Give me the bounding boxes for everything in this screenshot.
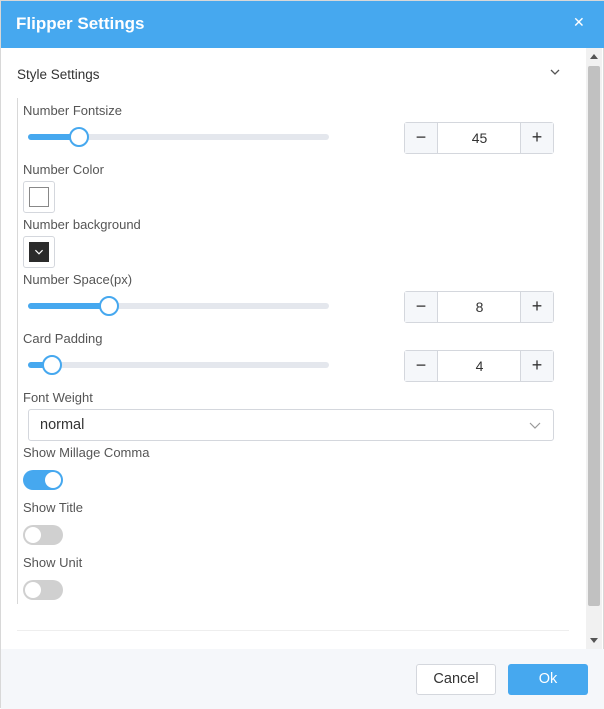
dialog-header: Flipper Settings ✕ xyxy=(1,1,604,48)
show-title-label: Show Title xyxy=(23,500,83,515)
toggle-knob xyxy=(45,472,61,488)
dialog-body: Style Settings Number Fontsize − 45 + Nu… xyxy=(1,48,604,649)
decrement-button[interactable]: − xyxy=(405,123,438,153)
card-padding-label: Card Padding xyxy=(23,331,103,346)
color-swatch xyxy=(29,242,49,262)
toggle-knob xyxy=(25,527,41,543)
section-title[interactable]: Style Settings xyxy=(17,67,100,82)
vertical-scrollbar[interactable] xyxy=(586,48,602,649)
flipper-settings-dialog: Flipper Settings ✕ Style Settings Number… xyxy=(0,0,604,709)
cancel-button[interactable]: Cancel xyxy=(416,664,496,695)
number-space-slider[interactable] xyxy=(28,296,329,316)
dialog-footer: Cancel Ok xyxy=(1,649,604,709)
font-weight-label: Font Weight xyxy=(23,390,93,405)
number-fontsize-stepper[interactable]: − 45 + xyxy=(404,122,554,154)
scroll-down-arrow-icon[interactable] xyxy=(590,638,598,643)
scrollbar-thumb[interactable] xyxy=(588,66,600,606)
card-padding-slider[interactable] xyxy=(28,355,329,375)
show-millage-comma-label: Show Millage Comma xyxy=(23,445,150,460)
section-content-border xyxy=(17,98,18,604)
decrement-button[interactable]: − xyxy=(405,351,438,381)
color-swatch xyxy=(29,187,49,207)
increment-button[interactable]: + xyxy=(520,351,553,381)
show-unit-toggle[interactable] xyxy=(23,580,63,600)
number-fontsize-slider[interactable] xyxy=(28,127,329,147)
number-color-label: Number Color xyxy=(23,162,104,177)
number-space-stepper[interactable]: − 8 + xyxy=(404,291,554,323)
decrement-button[interactable]: − xyxy=(405,292,438,322)
slider-thumb[interactable] xyxy=(69,127,90,147)
chevron-down-icon xyxy=(529,422,541,429)
number-background-picker[interactable] xyxy=(23,236,55,268)
close-icon[interactable]: ✕ xyxy=(573,14,585,31)
stepper-value[interactable]: 4 xyxy=(439,351,520,381)
number-space-label: Number Space(px) xyxy=(23,272,133,287)
number-fontsize-label: Number Fontsize xyxy=(23,103,122,118)
toggle-knob xyxy=(25,582,41,598)
number-color-picker[interactable] xyxy=(23,181,55,213)
stepper-value[interactable]: 45 xyxy=(439,123,520,153)
ok-button[interactable]: Ok xyxy=(508,664,588,695)
section-divider xyxy=(17,630,569,631)
increment-button[interactable]: + xyxy=(520,123,553,153)
number-background-label: Number background xyxy=(23,217,141,232)
slider-fill xyxy=(28,303,110,309)
chevron-down-icon[interactable] xyxy=(548,67,562,79)
show-title-toggle[interactable] xyxy=(23,525,63,545)
show-unit-label: Show Unit xyxy=(23,555,83,570)
card-padding-stepper[interactable]: − 4 + xyxy=(404,350,554,382)
increment-button[interactable]: + xyxy=(520,292,553,322)
stepper-value[interactable]: 8 xyxy=(439,292,520,322)
slider-thumb[interactable] xyxy=(42,355,63,375)
scroll-up-arrow-icon[interactable] xyxy=(590,54,598,59)
dialog-title: Flipper Settings xyxy=(16,14,145,33)
select-value: normal xyxy=(40,417,85,433)
show-millage-comma-toggle[interactable] xyxy=(23,470,63,490)
slider-thumb[interactable] xyxy=(99,296,120,316)
font-weight-select[interactable]: normal xyxy=(28,409,554,441)
chevron-down-icon xyxy=(34,249,44,255)
